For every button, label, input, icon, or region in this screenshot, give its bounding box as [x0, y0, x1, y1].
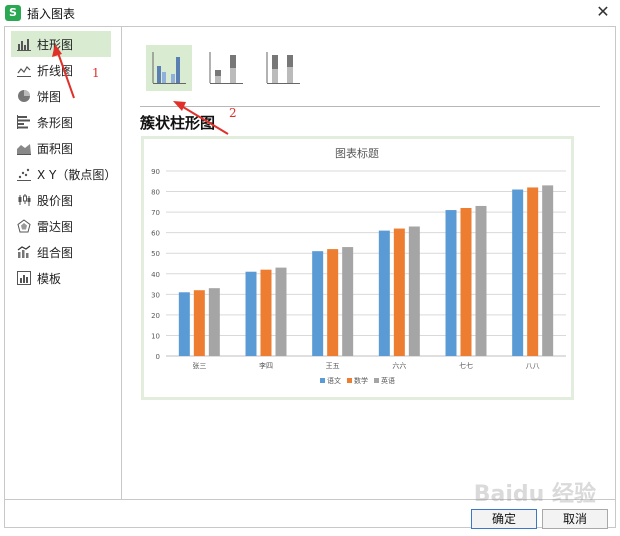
clustered-column-icon	[152, 52, 186, 84]
x-tick-label: 七七	[459, 361, 473, 370]
chart-type-sidebar: 柱形图 折线图 饼图 条形图 面积图 X Y（散点图） 股价图 雷达图 组合图 …	[11, 31, 121, 499]
y-tick-label: 10	[151, 332, 160, 340]
bar-数学	[327, 249, 339, 356]
bar-数学	[193, 290, 205, 356]
ok-button[interactable]: 确定	[471, 509, 537, 529]
sidebar-item-horizontal-bar[interactable]: 条形图	[11, 109, 121, 135]
bar-英语	[208, 288, 220, 356]
radar-chart-icon	[17, 219, 31, 233]
y-tick-label: 50	[151, 250, 160, 258]
bar-语文	[178, 292, 190, 356]
bar-数学	[527, 187, 539, 356]
sidebar-item-column[interactable]: 柱形图	[11, 31, 111, 57]
sidebar-item-scatter[interactable]: X Y（散点图）	[11, 161, 121, 187]
chart-preview: 图表标题 0 10 20 30 40 50 60 70 80 90 张三 李四 王五 六六 七七 八八语文 数学 英…	[141, 136, 574, 400]
chart-options-panel: 簇状柱形图 图表标题 0 10 20 30 40 50 60 70 80 90 张三 李四 王五 六六 七七 八…	[122, 27, 615, 499]
legend-label: 英语	[381, 376, 395, 385]
pie-chart-icon	[18, 90, 30, 102]
sidebar-item-radar[interactable]: 雷达图	[11, 213, 121, 239]
legend-swatch	[347, 378, 352, 383]
cancel-button[interactable]: 取消	[542, 509, 608, 529]
bar-语文	[512, 189, 524, 356]
baidu-watermark: Baidu 经验	[473, 482, 596, 507]
legend-label: 语文	[327, 376, 341, 385]
annotation-label-1: 1	[92, 66, 100, 80]
sidebar-item-label: 股价图	[37, 193, 74, 208]
sidebar-item-label: 饼图	[37, 89, 62, 104]
window-title: 插入图表	[27, 7, 76, 21]
bar-英语	[275, 267, 287, 356]
insert-chart-dialog: 柱形图 折线图 饼图 条形图 面积图 X Y（散点图） 股价图 雷达图 组合图 …	[4, 26, 616, 529]
sidebar-item-combo[interactable]: 组合图	[11, 239, 121, 265]
x-tick-label: 李四	[259, 361, 273, 370]
subtype-stacked-column[interactable]	[203, 45, 249, 91]
legend-swatch	[320, 378, 325, 383]
bar-英语	[408, 226, 420, 356]
bar-数学	[393, 228, 405, 356]
bar-英语	[342, 247, 354, 356]
sidebar-item-stock[interactable]: 股价图	[11, 187, 121, 213]
legend-swatch	[374, 378, 379, 383]
close-icon[interactable]: ✕	[594, 3, 612, 21]
subtype-clustered-column[interactable]	[146, 45, 192, 91]
x-tick-label: 八八	[526, 362, 540, 370]
bar-英语	[542, 185, 554, 356]
chart-subtype-list	[146, 45, 306, 95]
bar-英语	[475, 205, 487, 356]
sidebar-item-label: 折线图	[37, 63, 74, 78]
sidebar-item-line[interactable]: 折线图	[11, 57, 121, 83]
scatter-chart-icon	[17, 168, 31, 181]
sidebar-item-label: 柱形图	[37, 37, 74, 52]
sidebar-item-label: 雷达图	[37, 219, 74, 234]
sidebar-item-label: 组合图	[37, 245, 74, 260]
sidebar-item-label: X Y（散点图）	[37, 167, 117, 182]
chart-type-title: 簇状柱形图	[140, 114, 216, 132]
chart-title: 图表标题	[335, 146, 379, 160]
x-tick-label: 六六	[392, 361, 406, 370]
sidebar-item-area[interactable]: 面积图	[11, 135, 121, 161]
preview-chart: 图表标题 0 10 20 30 40 50 60 70 80 90 张三 李四 王五 六六 七七 八八语文 数学 英…	[151, 146, 566, 385]
percent-stacked-column-icon	[266, 52, 300, 84]
stacked-column-icon	[209, 52, 243, 84]
bar-数学	[460, 208, 472, 356]
bar-语文	[245, 271, 257, 356]
sidebar-item-label: 面积图	[37, 141, 74, 156]
bar-chart-icon	[17, 39, 31, 51]
x-tick-label: 张三	[192, 361, 206, 370]
stock-chart-icon	[18, 194, 31, 206]
bar-语文	[312, 251, 324, 356]
sidebar-item-label: 条形图	[37, 115, 74, 130]
y-tick-label: 30	[151, 291, 160, 299]
x-tick-label: 王五	[326, 362, 340, 370]
wps-app-icon: S	[5, 5, 21, 21]
y-tick-label: 0	[156, 353, 160, 361]
y-tick-label: 20	[151, 312, 160, 320]
section-divider	[140, 106, 600, 107]
y-tick-label: 60	[151, 230, 160, 238]
title-bar: S 插入图表 ✕	[0, 0, 620, 26]
bar-数学	[260, 269, 272, 356]
bar-语文	[378, 230, 390, 356]
sidebar-item-template[interactable]: 模板	[11, 265, 121, 291]
y-tick-label: 80	[151, 189, 160, 197]
sidebar-item-label: 模板	[37, 271, 62, 286]
y-tick-label: 40	[151, 271, 160, 279]
subtype-percent-stacked-column[interactable]	[260, 45, 306, 91]
template-icon	[17, 271, 31, 285]
line-chart-icon	[17, 66, 31, 77]
horizontal-bar-chart-icon	[17, 115, 30, 129]
sidebar-item-pie[interactable]: 饼图	[11, 83, 121, 109]
annotation-label-2: 2	[229, 106, 237, 120]
combo-chart-icon	[17, 245, 31, 258]
y-tick-label: 70	[151, 209, 160, 217]
area-chart-icon	[17, 144, 31, 155]
legend-label: 数学	[354, 376, 368, 385]
y-tick-label: 90	[151, 168, 160, 176]
bar-语文	[445, 210, 457, 356]
